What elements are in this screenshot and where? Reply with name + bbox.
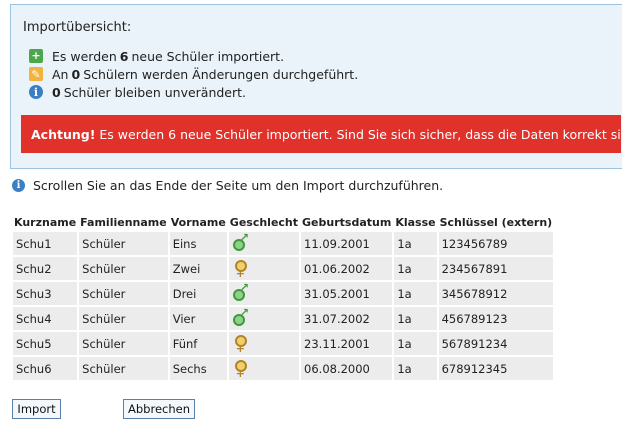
students-table: Kurzname Familienname Vorname Geschlecht… <box>11 212 555 382</box>
table-row: Schu5 Schüler Fünf 23.11.2001 1a 5678912… <box>13 332 554 355</box>
summary-count: 0 <box>52 84 61 100</box>
female-icon <box>232 259 248 280</box>
cell-klasse: 1a <box>394 232 437 255</box>
column-header: Kurzname <box>14 215 77 229</box>
table-row: Schu1 Schüler Eins 11.09.2001 1a 1234567… <box>13 231 554 255</box>
cell-schluessel: 567891234 <box>438 332 554 355</box>
cell-klasse: 1a <box>394 282 437 305</box>
cell-vorname: Drei <box>169 282 227 305</box>
column-header: Familienname <box>80 215 167 229</box>
cell-schluessel: 234567891 <box>438 257 554 280</box>
summary-row-new: + Es werden 6 neue Schüler importiert. <box>29 48 284 64</box>
edit-icon: ✎ <box>29 67 43 81</box>
alert-strong: Achtung! <box>31 126 96 142</box>
female-icon <box>232 334 248 355</box>
summary-suffix: Schüler bleiben unverändert. <box>63 84 247 100</box>
warning-alert: Achtung! Es werden 6 neue Schüler import… <box>21 115 622 153</box>
plus-icon: + <box>29 49 43 63</box>
cell-geburtsdatum: 31.07.2002 <box>301 307 393 330</box>
cell-vorname: Vier <box>169 307 227 330</box>
column-header: Schlüssel (extern) <box>439 215 553 229</box>
cell-schluessel: 345678912 <box>438 282 554 305</box>
info-icon: i <box>29 85 43 99</box>
cell-schluessel: 456789123 <box>438 307 554 330</box>
cell-kurzname: Schu4 <box>13 307 78 330</box>
summary-row-changed: ✎ An 0 Schülern werden Änderungen durchg… <box>29 66 358 82</box>
cell-klasse: 1a <box>394 307 437 330</box>
scroll-hint-text: Scrollen Sie an das Ende der Seite um de… <box>33 178 444 193</box>
summary-prefix: Es werden <box>52 48 117 64</box>
cell-geschlecht <box>228 231 300 255</box>
cell-vorname: Zwei <box>169 257 227 280</box>
import-summary-panel: Importübersicht: + Es werden 6 neue Schü… <box>10 4 622 169</box>
cell-kurzname: Schu2 <box>13 257 78 280</box>
table-row: Schu6 Schüler Sechs 06.08.2000 1a 678912… <box>13 357 554 380</box>
table-row: Schu4 Schüler Vier 31.07.2002 1a 4567891… <box>13 306 554 330</box>
male-icon <box>232 231 249 251</box>
table-header-row: Kurzname Familienname Vorname Geschlecht… <box>13 214 553 230</box>
cell-familienname: Schüler <box>79 257 168 280</box>
summary-count: 6 <box>119 48 129 64</box>
column-header: Geschlecht <box>229 215 299 229</box>
summary-row-unchanged: i 0 Schüler bleiben unverändert. <box>29 84 246 100</box>
cell-geburtsdatum: 23.11.2001 <box>301 332 393 355</box>
cell-kurzname: Schu3 <box>13 282 78 305</box>
cell-klasse: 1a <box>394 357 437 380</box>
cell-geburtsdatum: 06.08.2000 <box>301 357 393 380</box>
cell-geschlecht <box>228 257 300 280</box>
cell-kurzname: Schu5 <box>13 332 78 355</box>
cell-schluessel: 123456789 <box>438 232 554 255</box>
import-button[interactable]: Import <box>12 399 61 419</box>
table-row: Schu3 Schüler Drei 31.05.2001 1a 3456789… <box>13 281 554 305</box>
cell-vorname: Fünf <box>169 332 227 355</box>
cell-klasse: 1a <box>394 332 437 355</box>
info-icon: i <box>12 179 25 192</box>
column-header: Klasse <box>395 215 436 229</box>
cell-familienname: Schüler <box>79 232 168 255</box>
cell-familienname: Schüler <box>79 282 168 305</box>
cancel-button[interactable]: Abbrechen <box>123 399 195 419</box>
cell-geschlecht <box>228 332 300 355</box>
cell-vorname: Sechs <box>169 357 227 380</box>
cell-geschlecht <box>228 281 300 305</box>
summary-suffix: Schülern werden Änderungen durchgeführt. <box>83 66 359 82</box>
scroll-hint: i Scrollen Sie an das Ende der Seite um … <box>12 178 443 193</box>
cell-geburtsdatum: 31.05.2001 <box>301 282 393 305</box>
summary-count: 0 <box>71 66 81 82</box>
cell-familienname: Schüler <box>79 307 168 330</box>
cell-klasse: 1a <box>394 257 437 280</box>
column-header: Geburtsdatum <box>302 215 392 229</box>
alert-text: Es werden 6 neue Schüler importiert. Sin… <box>99 126 622 142</box>
cell-vorname: Eins <box>169 232 227 255</box>
cell-geburtsdatum: 11.09.2001 <box>301 232 393 255</box>
summary-suffix: neue Schüler importiert. <box>131 48 285 64</box>
cell-familienname: Schüler <box>79 332 168 355</box>
summary-prefix: An <box>52 66 69 82</box>
cell-geburtsdatum: 01.06.2002 <box>301 257 393 280</box>
cell-geschlecht <box>228 306 300 330</box>
cell-familienname: Schüler <box>79 357 168 380</box>
male-icon <box>232 281 249 301</box>
column-header: Vorname <box>170 215 226 229</box>
cell-geschlecht <box>228 357 300 380</box>
summary-title: Importübersicht: <box>23 20 132 35</box>
male-icon <box>232 306 249 326</box>
female-icon <box>232 359 248 380</box>
cell-schluessel: 678912345 <box>438 357 554 380</box>
cell-kurzname: Schu6 <box>13 357 78 380</box>
cell-kurzname: Schu1 <box>13 232 78 255</box>
table-row: Schu2 Schüler Zwei 01.06.2002 1a 2345678… <box>13 257 554 280</box>
